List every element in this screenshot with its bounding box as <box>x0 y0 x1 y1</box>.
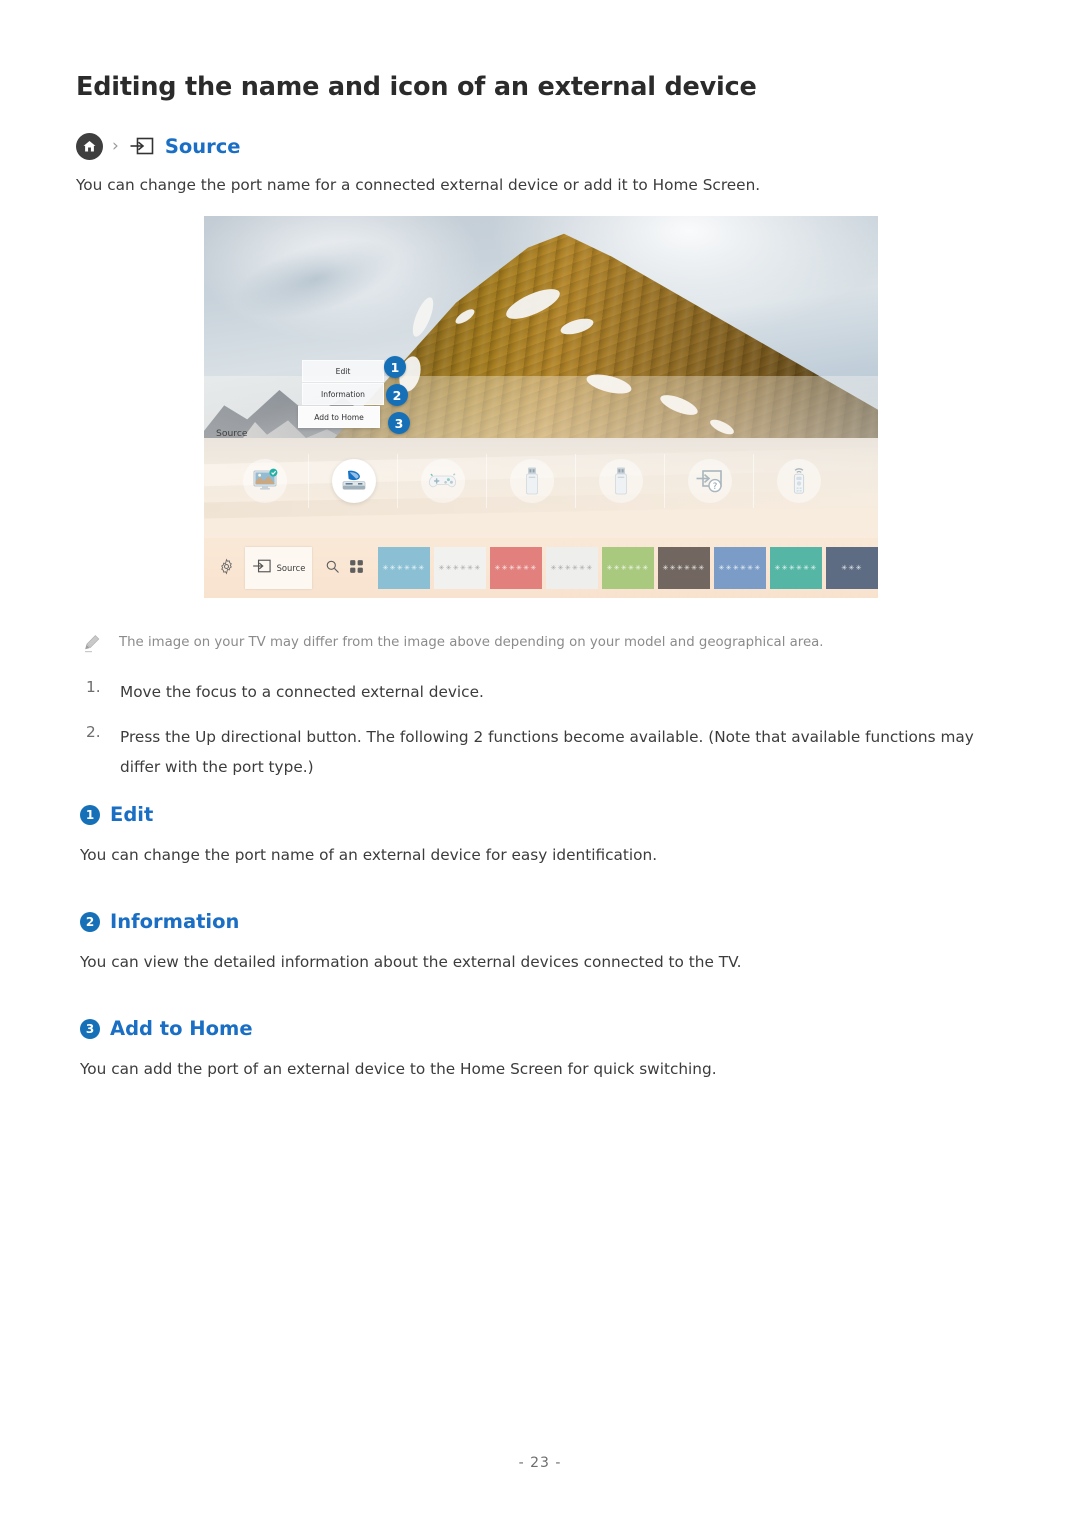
tv-menu-callouts: 1 2 3 <box>384 356 410 440</box>
tv-menu-item-information[interactable]: Information <box>302 383 384 405</box>
tv-source-button[interactable]: Source <box>245 547 312 589</box>
app-tile-label: ✳✳✳✳✳✳ <box>550 564 594 572</box>
tv-device-row: ? <box>220 450 860 512</box>
tv-icon <box>242 459 287 503</box>
pencil-icon <box>83 634 101 658</box>
section-information: 2 Information You can view the detailed … <box>80 910 980 971</box>
section-title-information: Information <box>110 910 240 933</box>
step-number: 2. <box>86 723 101 742</box>
section-body-edit: You can change the port name of an exter… <box>80 846 658 864</box>
tv-screen-illustration: Source Edit Information Add to Home 1 2 … <box>204 216 878 598</box>
tv-app-tiles: ✳✳✳✳✳✳ ✳✳✳✳✳✳ ✳✳✳✳✳✳ ✳✳✳✳✳✳ ✳✳✳✳✳✳ ✳✳✳✳✳… <box>378 547 878 589</box>
app-tile[interactable]: ✳✳✳✳✳✳ <box>658 547 710 589</box>
home-icon[interactable] <box>76 132 103 160</box>
device-item-tv[interactable] <box>220 450 309 512</box>
section-title-add-to-home: Add to Home <box>110 1017 253 1040</box>
breadcrumb: › Source <box>76 131 241 161</box>
tv-bar-icons <box>325 559 364 578</box>
app-tile[interactable]: ✳✳✳✳✳✳ <box>434 547 486 589</box>
section-badge-2: 2 <box>80 911 100 932</box>
tv-menu-item-edit[interactable]: Edit <box>302 360 384 382</box>
source-input-icon <box>252 558 272 578</box>
connection-guide-icon: ? <box>687 459 732 503</box>
breadcrumb-separator: › <box>112 135 119 156</box>
app-tile-label: ✳✳✳✳✳✳ <box>718 564 762 572</box>
device-item-usb-2[interactable] <box>576 450 665 512</box>
tv-source-button-label: Source <box>276 563 306 573</box>
section-add-to-home: 3 Add to Home You can add the port of an… <box>80 1017 980 1078</box>
blu-ray-player-icon <box>331 459 376 503</box>
tv-bottom-bar: Source ✳✳✳✳✳✳ ✳✳✳✳✳✳ ✳✳✳✳✳✳ ✳✳✳✳✳✳ ✳✳✳✳✳… <box>204 538 878 598</box>
intro-paragraph: You can change the port name for a conne… <box>76 176 761 194</box>
page-title: Editing the name and icon of an external… <box>76 72 757 102</box>
apps-grid-icon[interactable] <box>349 559 364 578</box>
app-tile[interactable]: ✳✳✳ <box>826 547 878 589</box>
section-body-information: You can view the detailed information ab… <box>80 953 742 971</box>
section-heading: 2 Information <box>80 910 980 933</box>
app-tile-label: ✳✳✳✳✳✳ <box>382 564 426 572</box>
device-item-game[interactable] <box>398 450 487 512</box>
device-item-connection-guide[interactable]: ? <box>665 450 754 512</box>
device-item-usb-1[interactable] <box>487 450 576 512</box>
app-tile-label: ✳✳✳✳✳✳ <box>774 564 818 572</box>
app-tile[interactable]: ✳✳✳✳✳✳ <box>714 547 766 589</box>
step-number: 1. <box>86 678 101 696</box>
step-text: Press the Up directional button. The fol… <box>120 728 974 776</box>
note-text: The image on your TV may differ from the… <box>119 635 824 650</box>
section-heading: 1 Edit <box>80 803 980 826</box>
app-tile-label: ✳✳✳✳✳✳ <box>662 564 706 572</box>
usb-drive-icon <box>509 459 554 503</box>
breadcrumb-source-label[interactable]: Source <box>165 135 241 158</box>
app-tile[interactable]: ✳✳✳✳✳✳ <box>546 547 598 589</box>
app-tile-label: ✳✳✳✳✳✳ <box>438 564 482 572</box>
section-badge-3: 3 <box>80 1018 100 1039</box>
app-tile-label: ✳✳✳✳✳✳ <box>494 564 538 572</box>
gear-icon[interactable] <box>218 558 235 579</box>
device-item-remote[interactable] <box>754 450 843 512</box>
app-tile[interactable]: ✳✳✳✳✳✳ <box>602 547 654 589</box>
callout-badge-2: 2 <box>386 384 408 406</box>
note-block: The image on your TV may differ from the… <box>83 634 824 658</box>
document-page: Editing the name and icon of an external… <box>0 0 1080 1527</box>
app-tile[interactable]: ✳✳✳✳✳✳ <box>378 547 430 589</box>
app-tile[interactable]: ✳✳✳✳✳✳ <box>770 547 822 589</box>
device-item-blu-ray[interactable] <box>309 450 398 512</box>
usb-drive-icon <box>598 459 643 503</box>
app-tile-label: ✳✳✳ <box>841 564 863 572</box>
game-controller-icon <box>420 459 465 503</box>
remote-control-icon <box>776 459 821 503</box>
section-heading: 3 Add to Home <box>80 1017 980 1040</box>
callout-badge-3: 3 <box>388 412 410 434</box>
section-body-add-to-home: You can add the port of an external devi… <box>80 1060 717 1078</box>
callout-badge-1: 1 <box>384 356 406 378</box>
step-item: 2. Press the Up directional button. The … <box>86 723 1016 782</box>
app-tile[interactable]: ✳✳✳✳✳✳ <box>490 547 542 589</box>
search-icon[interactable] <box>325 559 340 578</box>
app-tile-label: ✳✳✳✳✳✳ <box>606 564 650 572</box>
tv-context-menu: Edit Information Add to Home <box>298 360 384 429</box>
step-item: 1. Move the focus to a connected externa… <box>86 678 1016 707</box>
page-number: - 23 - <box>518 1455 562 1471</box>
svg-text:?: ? <box>712 482 717 492</box>
step-text: Move the focus to a connected external d… <box>120 683 484 701</box>
section-edit: 1 Edit You can change the port name of a… <box>80 803 980 864</box>
ordered-steps: 1. Move the focus to a connected externa… <box>86 678 1016 798</box>
section-badge-1: 1 <box>80 804 100 825</box>
source-input-icon <box>128 136 156 157</box>
tv-source-label: Source <box>216 428 248 439</box>
tv-menu-item-add-to-home[interactable]: Add to Home <box>298 406 380 428</box>
section-title-edit: Edit <box>110 803 154 826</box>
